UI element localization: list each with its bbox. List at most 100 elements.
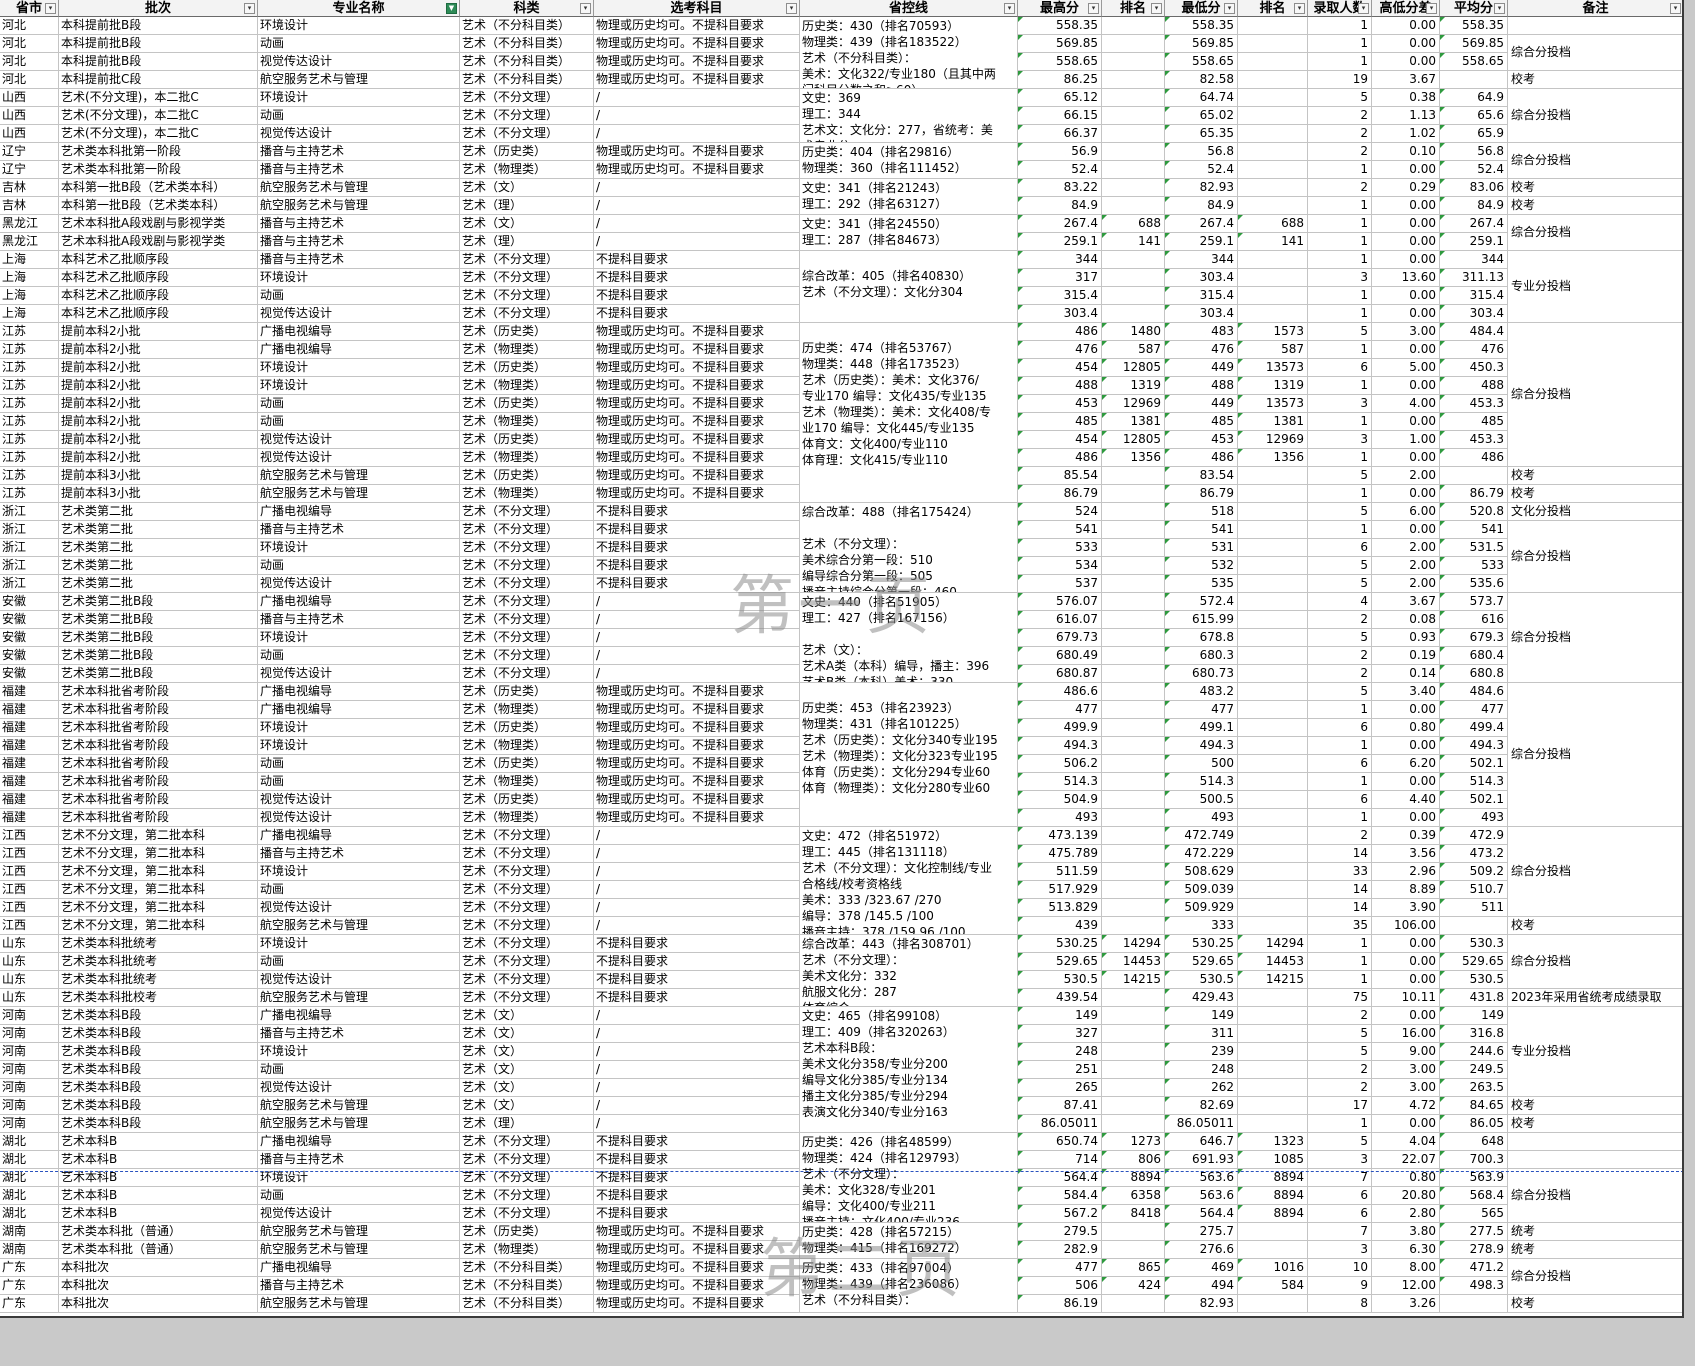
avg-cell[interactable]: 453.3	[1440, 431, 1508, 449]
province-cell[interactable]: 河南	[0, 1115, 59, 1133]
subject-cell[interactable]: /	[594, 107, 800, 125]
gap-cell[interactable]: 2.96	[1372, 863, 1440, 881]
province-cell[interactable]: 福建	[0, 809, 59, 827]
max-rank-cell[interactable]	[1102, 809, 1165, 827]
remark-cell[interactable]	[1508, 1151, 1682, 1169]
min-rank-cell[interactable]	[1238, 107, 1308, 125]
max-score-cell[interactable]: 315.4	[1018, 287, 1102, 305]
avg-cell[interactable]: 484.6	[1440, 683, 1508, 701]
avg-cell[interactable]: 680.8	[1440, 665, 1508, 683]
batch-cell[interactable]: 本科艺术乙批顺序段	[59, 269, 258, 287]
avg-cell[interactable]: 303.4	[1440, 305, 1508, 323]
subject-cell[interactable]: 物理或历史均可。不提科目要求	[594, 773, 800, 791]
province-cell[interactable]: 河南	[0, 1043, 59, 1061]
category-cell[interactable]: 艺术（历史类）	[460, 395, 594, 413]
major-cell[interactable]: 广播电视编导	[258, 593, 460, 611]
min-rank-cell[interactable]	[1238, 737, 1308, 755]
min-rank-cell[interactable]: 1323	[1238, 1133, 1308, 1151]
avg-cell[interactable]: 568.4	[1440, 1187, 1508, 1205]
min-rank-cell[interactable]	[1238, 683, 1308, 701]
major-cell[interactable]: 播音与主持艺术	[258, 251, 460, 269]
category-cell[interactable]: 艺术（物理类）	[460, 161, 594, 179]
max-rank-cell[interactable]: 587	[1102, 341, 1165, 359]
subject-cell[interactable]: 不提科目要求	[594, 971, 800, 989]
admitted-cell[interactable]: 2	[1308, 1007, 1372, 1025]
subject-cell[interactable]: /	[594, 917, 800, 935]
max-rank-cell[interactable]: 424	[1102, 1277, 1165, 1295]
min-rank-cell[interactable]	[1238, 539, 1308, 557]
province-cell[interactable]: 江西	[0, 827, 59, 845]
min-score-cell[interactable]: 449	[1165, 359, 1238, 377]
min-rank-cell[interactable]	[1238, 53, 1308, 71]
filter-dropdown-icon[interactable]: ▾	[1358, 3, 1369, 14]
min-rank-cell[interactable]: 13573	[1238, 359, 1308, 377]
admitted-cell[interactable]: 1	[1308, 53, 1372, 71]
province-cell[interactable]: 河南	[0, 1061, 59, 1079]
category-cell[interactable]: 艺术（不分科目类）	[460, 17, 594, 35]
batch-cell[interactable]: 提前本科3小批	[59, 485, 258, 503]
max-score-cell[interactable]: 84.9	[1018, 197, 1102, 215]
gap-cell[interactable]: 6.00	[1372, 503, 1440, 521]
category-cell[interactable]: 艺术（历史类）	[460, 143, 594, 161]
avg-cell[interactable]: 499.4	[1440, 719, 1508, 737]
min-rank-cell[interactable]	[1238, 755, 1308, 773]
avg-cell[interactable]: 83.06	[1440, 179, 1508, 197]
subject-cell[interactable]: 物理或历史均可。不提科目要求	[594, 431, 800, 449]
major-cell[interactable]: 航空服务艺术与管理	[258, 467, 460, 485]
subject-cell[interactable]: 不提科目要求	[594, 251, 800, 269]
avg-cell[interactable]: 65.6	[1440, 107, 1508, 125]
avg-cell[interactable]: 531.5	[1440, 539, 1508, 557]
admitted-cell[interactable]: 8	[1308, 1295, 1372, 1313]
avg-cell[interactable]	[1440, 71, 1508, 89]
min-score-cell[interactable]: 248	[1165, 1061, 1238, 1079]
major-cell[interactable]: 广播电视编导	[258, 503, 460, 521]
avg-cell[interactable]: 680.4	[1440, 647, 1508, 665]
category-cell[interactable]: 艺术（历史类）	[460, 467, 594, 485]
province-cell[interactable]: 福建	[0, 755, 59, 773]
major-cell[interactable]: 播音与主持艺术	[258, 611, 460, 629]
subject-cell[interactable]: 物理或历史均可。不提科目要求	[594, 323, 800, 341]
avg-cell[interactable]: 509.2	[1440, 863, 1508, 881]
min-score-cell[interactable]: 485	[1165, 413, 1238, 431]
max-score-cell[interactable]: 66.37	[1018, 125, 1102, 143]
avg-cell[interactable]: 52.4	[1440, 161, 1508, 179]
province-cell[interactable]: 江西	[0, 917, 59, 935]
min-rank-cell[interactable]	[1238, 593, 1308, 611]
admitted-cell[interactable]: 1	[1308, 17, 1372, 35]
admitted-cell[interactable]: 2	[1308, 827, 1372, 845]
min-rank-cell[interactable]: 1319	[1238, 377, 1308, 395]
subject-cell[interactable]: 物理或历史均可。不提科目要求	[594, 17, 800, 35]
min-rank-cell[interactable]	[1238, 845, 1308, 863]
batch-cell[interactable]: 提前本科2小批	[59, 323, 258, 341]
admitted-cell[interactable]: 2	[1308, 143, 1372, 161]
min-rank-cell[interactable]: 13573	[1238, 395, 1308, 413]
major-cell[interactable]: 视觉传达设计	[258, 53, 460, 71]
max-rank-cell[interactable]	[1102, 1241, 1165, 1259]
control-line-block[interactable]: 历史类：474（排名53767） 物理类：448（排名173523） 艺术（历史类）…	[800, 323, 1018, 503]
major-cell[interactable]: 播音与主持艺术	[258, 161, 460, 179]
major-cell[interactable]: 广播电视编导	[258, 1259, 460, 1277]
control-line-block[interactable]: 文史：465（排名99108） 理工：409（排名320263） 艺术本科B段： 美术…	[800, 1007, 1018, 1133]
min-rank-cell[interactable]	[1238, 125, 1308, 143]
category-cell[interactable]: 艺术（文）	[460, 1061, 594, 1079]
major-cell[interactable]: 动画	[258, 773, 460, 791]
admitted-cell[interactable]: 5	[1308, 467, 1372, 485]
category-cell[interactable]: 艺术（不分科目类）	[460, 1295, 594, 1313]
remark-cell[interactable]: 专业分投档	[1508, 251, 1682, 323]
control-line-block[interactable]: 文史：341（排名24550） 理工：287（排名84673）	[800, 215, 1018, 251]
remark-cell[interactable]: 综合分投档	[1508, 935, 1682, 989]
max-score-cell[interactable]: 327	[1018, 1025, 1102, 1043]
province-cell[interactable]: 广东	[0, 1295, 59, 1313]
min-rank-cell[interactable]	[1238, 269, 1308, 287]
max-score-cell[interactable]: 514.3	[1018, 773, 1102, 791]
min-score-cell[interactable]: 558.65	[1165, 53, 1238, 71]
min-rank-cell[interactable]	[1238, 1241, 1308, 1259]
remark-cell[interactable]: 综合分投档	[1508, 1169, 1682, 1223]
control-line-block[interactable]: 综合改革：488（排名175424） 艺术（不分文理）： 美术综合分第一段：510…	[800, 503, 1018, 593]
max-score-cell[interactable]: 52.4	[1018, 161, 1102, 179]
major-cell[interactable]: 播音与主持艺术	[258, 1277, 460, 1295]
filter-dropdown-icon[interactable]: ▾	[1294, 3, 1305, 14]
filter-dropdown-icon[interactable]: ▾	[1494, 3, 1505, 14]
min-score-cell[interactable]: 569.85	[1165, 35, 1238, 53]
batch-cell[interactable]: 艺术类本科B段	[59, 1025, 258, 1043]
